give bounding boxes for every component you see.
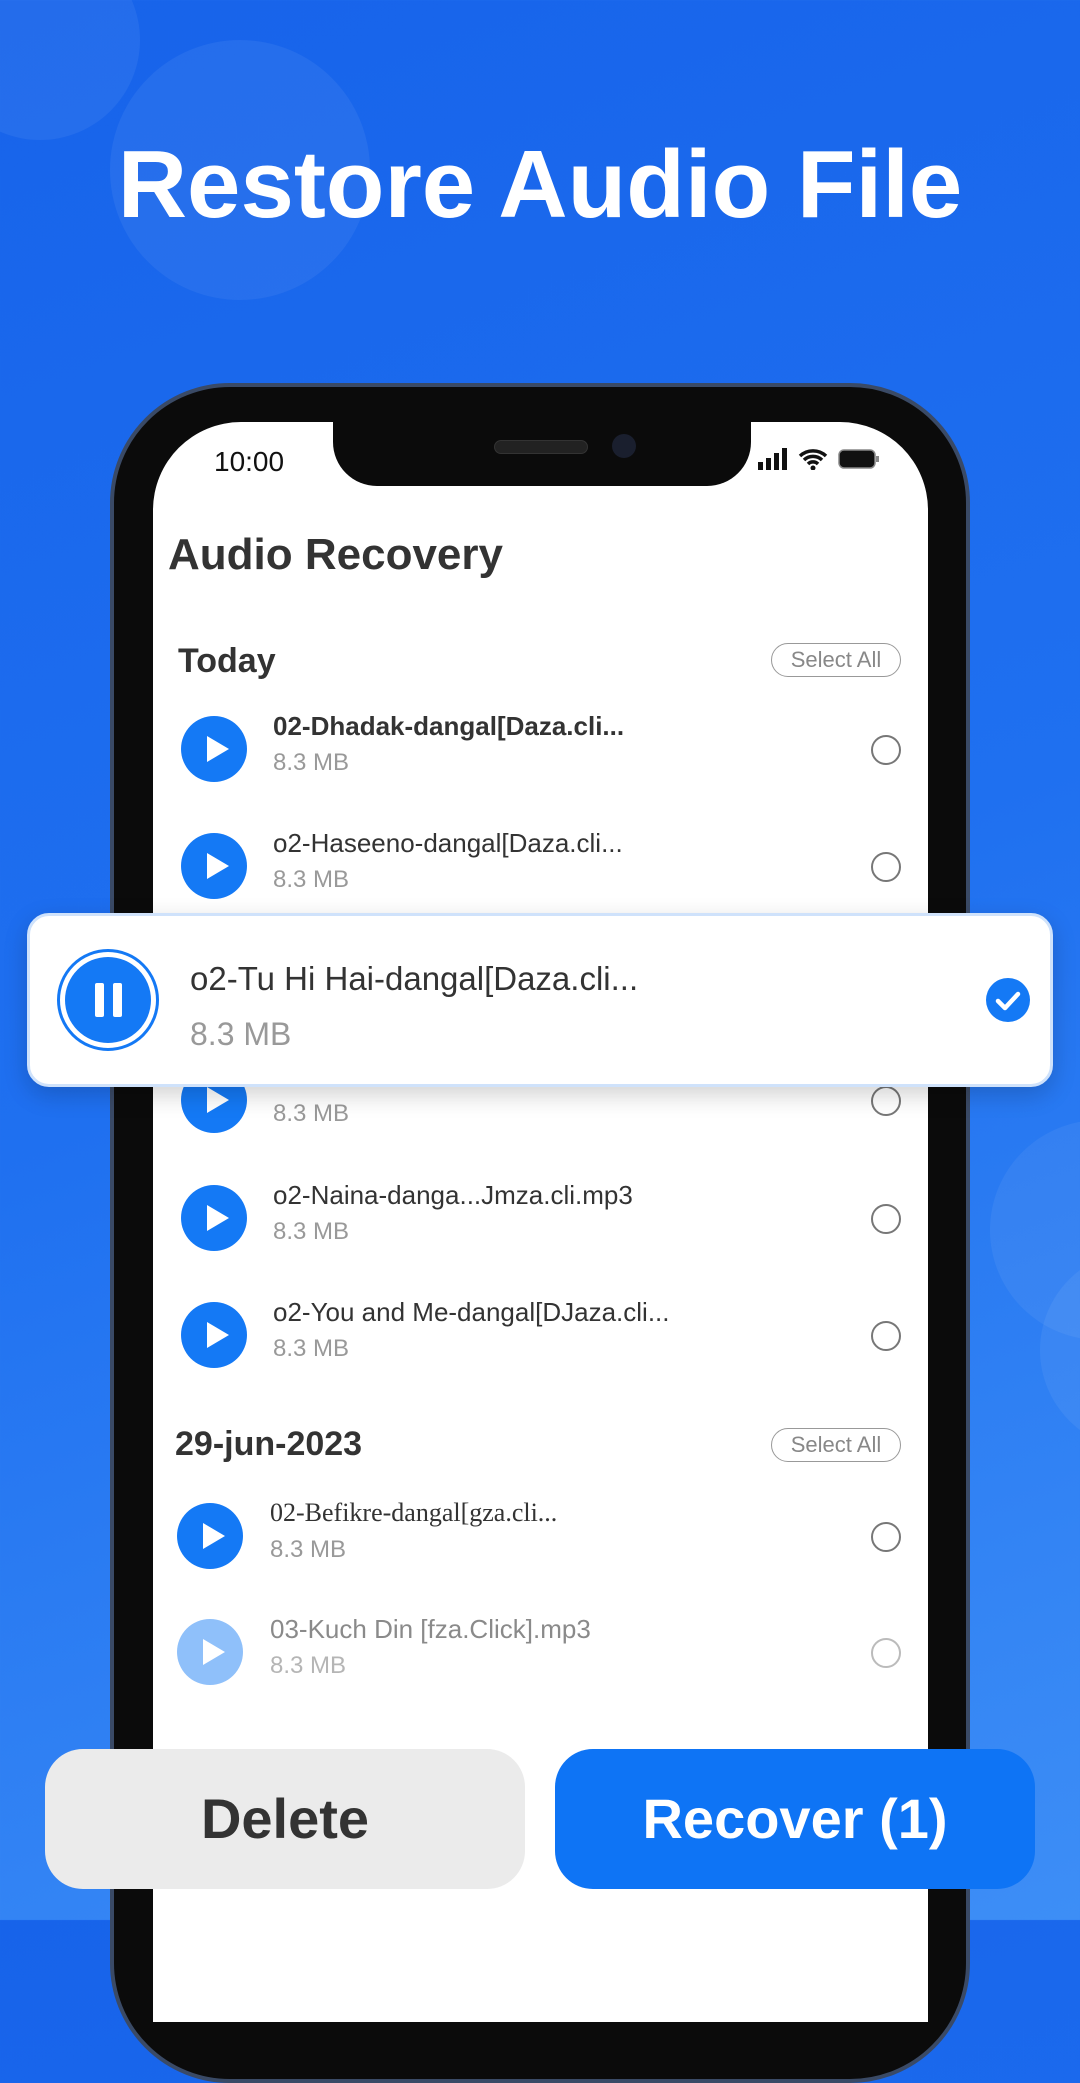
play-icon[interactable] [181,716,247,782]
file-name: o2-Tu Hi Hai-dangal[Daza.cli... [190,960,639,997]
select-radio[interactable] [871,1522,901,1552]
file-name: o2-Naina-danga...Jmza.cli.mp3 [273,1180,633,1210]
list-item[interactable]: 02-Dhadak-dangal[Daza.cli... 8.3 MB [153,699,928,799]
select-radio[interactable] [871,735,901,765]
file-size: 8.3 MB [273,1335,350,1362]
status-time: 10:00 [214,446,285,477]
select-radio[interactable] [871,1321,901,1351]
select-radio[interactable] [871,1086,901,1116]
phone-notch [333,422,751,486]
play-icon[interactable] [177,1619,243,1685]
file-name: 03-Kuch Din [fza.Click].mp3 [270,1614,591,1644]
headline: Restore Audio File [117,131,963,238]
file-size: 8.3 MB [273,866,350,893]
list-item[interactable]: 02-Befikre-dangal[gza.cli... 8.3 MB [153,1486,928,1586]
status-icons [758,448,880,470]
file-size: 8.3 MB [270,1652,347,1679]
select-radio[interactable] [871,1204,901,1234]
signal-icon [758,448,787,470]
file-size: 8.3 MB [273,1218,350,1245]
select-radio[interactable] [871,852,901,882]
select-radio[interactable] [871,1638,901,1668]
camera [612,434,636,458]
list-item[interactable]: o2-Haseeno-dangal[Daza.cli... 8.3 MB [153,816,928,916]
play-icon[interactable] [181,833,247,899]
file-name: o2-Haseeno-dangal[Daza.cli... [273,828,623,858]
file-name: o2-You and Me-dangal[DJaza.cli... [273,1297,670,1327]
select-all-date-button[interactable]: Select All [771,1428,901,1462]
play-icon[interactable] [181,1185,247,1251]
list-item[interactable]: o2-You and Me-dangal[DJaza.cli... 8.3 MB [153,1285,928,1385]
app-title: Audio Recovery [168,530,503,579]
section-today: Today [178,642,276,680]
select-all-today-button[interactable]: Select All [771,643,901,677]
section-date: 29-jun-2023 [175,1425,363,1463]
delete-button[interactable]: Delete [45,1749,525,1889]
file-size: 8.3 MB [190,1016,292,1052]
checkmark-icon[interactable] [986,978,1030,1022]
wifi-icon [798,449,828,470]
play-icon[interactable] [177,1503,243,1569]
file-size: 8.3 MB [273,1100,350,1127]
list-item[interactable]: 03-Kuch Din [fza.Click].mp3 8.3 MB [153,1602,928,1702]
play-icon[interactable] [181,1302,247,1368]
file-name: 02-Dhadak-dangal[Daza.cli... [273,711,625,741]
speaker [494,440,588,454]
file-size: 8.3 MB [273,749,350,776]
pause-icon[interactable] [57,949,159,1051]
list-item[interactable]: o2-Naina-danga...Jmza.cli.mp3 8.3 MB [153,1168,928,1268]
file-name: 02-Befikre-dangal[gza.cli... [270,1498,558,1527]
battery-icon [838,449,879,469]
file-size: 8.3 MB [270,1536,347,1563]
recover-button[interactable]: Recover (1) [555,1749,1035,1889]
playing-item-card[interactable]: o2-Tu Hi Hai-dangal[Daza.cli... 8.3 MB [27,913,1053,1087]
